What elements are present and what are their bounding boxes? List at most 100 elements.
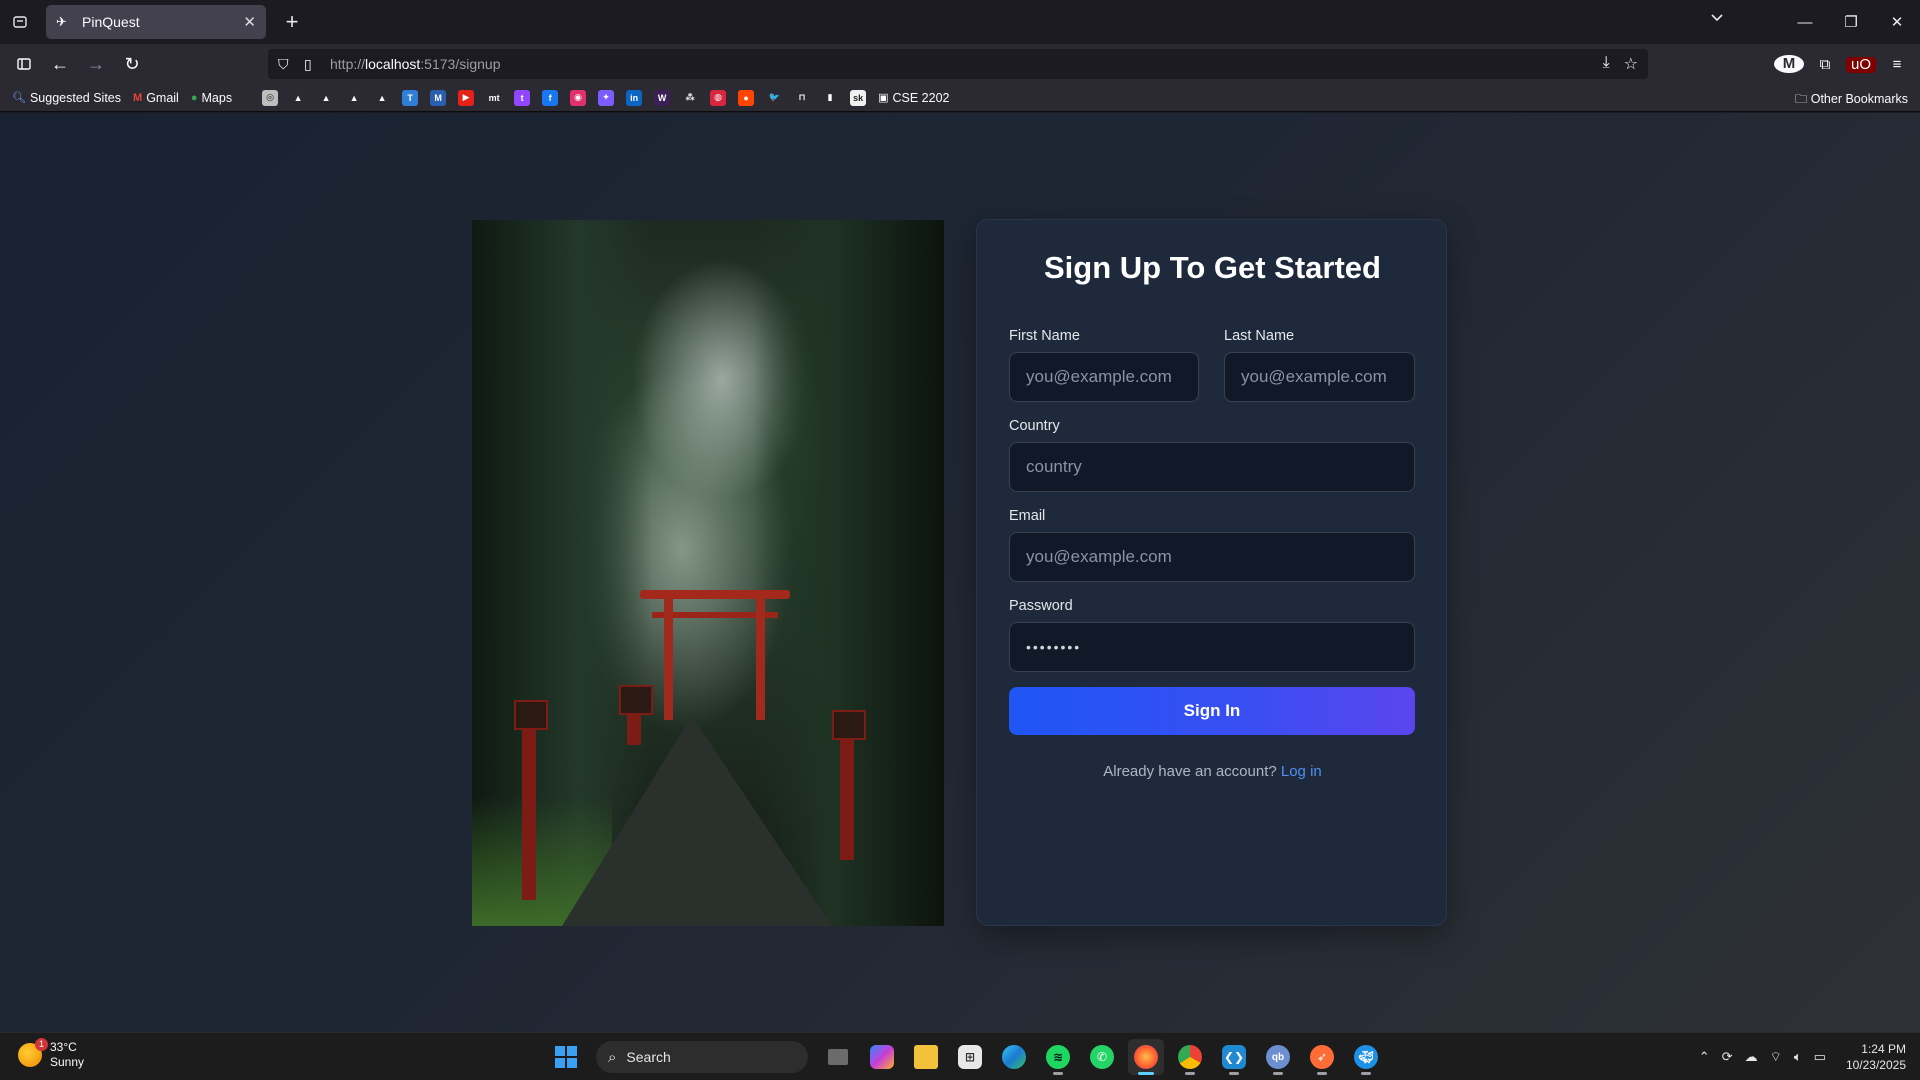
bookmark-drive-1-icon[interactable]: ▲ bbox=[290, 89, 307, 106]
bookmark-label: CSE 2202 bbox=[892, 90, 950, 105]
bookmark-chart-icon[interactable]: ▮ bbox=[822, 89, 839, 106]
bookmark-chatgpt-icon[interactable]: ◎ bbox=[262, 89, 279, 106]
time: 1:24 PM bbox=[1861, 1042, 1906, 1056]
sign-in-button[interactable]: Sign In bbox=[1009, 687, 1415, 735]
bookmark-reddit-icon[interactable]: ● bbox=[738, 89, 755, 106]
bookmark-drive-3-icon[interactable]: ▲ bbox=[346, 89, 363, 106]
search-label: Search bbox=[626, 1049, 671, 1065]
close-tab-icon[interactable]: ✕ bbox=[243, 13, 256, 31]
onedrive-icon[interactable]: ☁ bbox=[1745, 1049, 1758, 1065]
spotify-icon[interactable]: ≋ bbox=[1040, 1039, 1076, 1075]
task-view-icon[interactable] bbox=[820, 1039, 856, 1075]
clock[interactable]: 1:24 PM 10/23/2025 bbox=[1846, 1041, 1906, 1073]
bookmark-sites-icon[interactable]: ⁂ bbox=[682, 89, 699, 106]
ms-store-icon[interactable]: ⊞ bbox=[952, 1039, 988, 1075]
notification-badge: 1 bbox=[35, 1038, 48, 1051]
vscode-icon[interactable]: ❮❯ bbox=[1216, 1039, 1252, 1075]
back-icon[interactable]: ← bbox=[42, 48, 78, 80]
whatsapp-icon[interactable]: ✆ bbox=[1084, 1039, 1120, 1075]
password-value: •••••••• bbox=[1026, 639, 1082, 655]
bookmark-facebook-icon[interactable]: f bbox=[542, 89, 559, 106]
login-link[interactable]: Log in bbox=[1281, 763, 1322, 780]
sidebar-toggle-icon[interactable] bbox=[6, 48, 42, 80]
bookmark-label: Gmail bbox=[146, 90, 179, 105]
country-input[interactable] bbox=[1009, 442, 1415, 492]
url-host: localhost bbox=[365, 56, 421, 72]
page-title: Sign Up To Get Started bbox=[1044, 250, 1381, 285]
edge-icon[interactable] bbox=[996, 1039, 1032, 1075]
bookmark-youtube-icon[interactable]: ▶ bbox=[458, 89, 475, 106]
bookmark-star-icon[interactable]: ☆ bbox=[1624, 54, 1638, 74]
bookmark-bookmark-m-icon[interactable]: ⊓ bbox=[794, 89, 811, 106]
bookmark-bookmark-red-icon[interactable]: ◍ bbox=[710, 89, 727, 106]
download-icon[interactable]: ⤓ bbox=[1603, 54, 1610, 74]
wifi-icon[interactable]: ⌔ bbox=[1770, 1049, 1782, 1065]
bookmark-twitch-icon[interactable]: t bbox=[514, 89, 531, 106]
start-button[interactable] bbox=[548, 1039, 584, 1075]
minimize-icon[interactable]: — bbox=[1782, 14, 1828, 31]
sync-icon[interactable]: ⟳ bbox=[1722, 1049, 1733, 1065]
window-controls: — ❐ ✕ bbox=[1782, 0, 1920, 44]
bookmark-mail-icon[interactable]: M bbox=[430, 89, 447, 106]
bookmark-folder-cse[interactable]: ▣ CSE 2202 bbox=[878, 91, 949, 105]
new-tab-button[interactable]: + bbox=[278, 8, 306, 36]
restore-icon[interactable]: ❐ bbox=[1828, 13, 1874, 31]
bookmark-suggested-sites[interactable]: 🔍︎ Suggested Sites bbox=[12, 91, 121, 105]
password-input[interactable]: •••••••• bbox=[1009, 622, 1415, 672]
bookmark-drive-4-icon[interactable]: ▲ bbox=[374, 89, 391, 106]
forward-icon[interactable]: → bbox=[78, 48, 114, 80]
menu-icon[interactable]: ≡ bbox=[1882, 56, 1912, 73]
docker-icon[interactable]: 🐳︎ bbox=[1348, 1039, 1384, 1075]
country-label: Country bbox=[1009, 418, 1060, 434]
bookmark-messenger-icon[interactable]: ✦ bbox=[598, 89, 615, 106]
bookmark-maps[interactable]: ● Maps bbox=[191, 91, 232, 105]
tab-list-icon[interactable] bbox=[0, 0, 40, 44]
bookmark-mt-icon[interactable]: mt bbox=[486, 89, 503, 106]
bookmark-icon-row: ◎ ▲ ▲ ▲ ▲ T M ▶ mt t f ◉ ✦ in W ⁂ ◍ ● 🐦 ⊓ ▮ sk bbox=[262, 89, 878, 106]
close-window-icon[interactable]: ✕ bbox=[1874, 13, 1920, 31]
browser-tab-pinquest[interactable]: ✈ PinQuest ✕ bbox=[46, 5, 266, 39]
weather-widget[interactable]: 1 33°C Sunny bbox=[18, 1038, 84, 1070]
gmail-icon: M bbox=[133, 91, 143, 104]
copilot-icon[interactable] bbox=[864, 1039, 900, 1075]
shield-icon[interactable]: ⛉ bbox=[278, 56, 300, 73]
email-input[interactable] bbox=[1009, 532, 1415, 582]
first-name-input[interactable] bbox=[1009, 352, 1199, 402]
search-icon: ⌕ bbox=[608, 1048, 617, 1066]
taskbar-search[interactable]: ⌕ Search bbox=[596, 1041, 808, 1073]
extensions-icon[interactable]: ⧉ bbox=[1810, 56, 1840, 73]
chevron-up-icon[interactable]: ⌃ bbox=[1699, 1049, 1710, 1065]
volume-icon[interactable]: 🔈︎ bbox=[1794, 1049, 1802, 1065]
chevron-down-icon[interactable] bbox=[1710, 10, 1724, 27]
chrome-icon[interactable] bbox=[1172, 1039, 1208, 1075]
bookmark-twitter-icon[interactable]: 🐦 bbox=[766, 89, 783, 106]
windows-taskbar: 1 33°C Sunny ⌕ Search ⊞ ≋ ✆ ❮❯ qb ➶ 🐳︎ ⌃… bbox=[0, 1032, 1920, 1080]
image-torii-gate bbox=[640, 590, 790, 720]
image-lantern-left bbox=[514, 700, 548, 900]
bookmark-drive-2-icon[interactable]: ▲ bbox=[318, 89, 335, 106]
toolbar-extensions: M ⧉ uO ≡ bbox=[1774, 44, 1920, 84]
bookmark-linkedin-icon[interactable]: in bbox=[626, 89, 643, 106]
bookmark-bookmark-t-icon[interactable]: T bbox=[402, 89, 419, 106]
other-bookmarks[interactable]: 🗀︎ Other Bookmarks bbox=[1795, 90, 1908, 111]
firefox-icon[interactable] bbox=[1128, 1039, 1164, 1075]
page-icon[interactable]: ▯ bbox=[304, 56, 326, 73]
battery-icon[interactable]: ▭ bbox=[1814, 1049, 1826, 1065]
last-name-input[interactable] bbox=[1224, 352, 1415, 402]
reload-icon[interactable]: ↻ bbox=[114, 48, 150, 80]
file-explorer-icon[interactable] bbox=[908, 1039, 944, 1075]
qbittorrent-icon[interactable]: qb bbox=[1260, 1039, 1296, 1075]
account-icon[interactable]: M bbox=[1774, 55, 1804, 73]
bookmark-w-icon[interactable]: W bbox=[654, 89, 671, 106]
bookmark-sk-icon[interactable]: sk bbox=[850, 89, 867, 106]
bookmark-gmail[interactable]: M Gmail bbox=[133, 91, 179, 105]
bookmark-instagram-icon[interactable]: ◉ bbox=[570, 89, 587, 106]
system-tray: ⌃ ⟳ ☁ ⌔ 🔈︎ ▭ 1:24 PM 10/23/2025 bbox=[1699, 1041, 1906, 1073]
ublock-icon[interactable]: uO bbox=[1846, 56, 1876, 73]
last-name-label: Last Name bbox=[1224, 328, 1295, 344]
postman-icon[interactable]: ➶ bbox=[1304, 1039, 1340, 1075]
image-lantern-right bbox=[832, 710, 866, 860]
address-bar[interactable]: ⛉ ▯ http://localhost:5173/signup ⤓ ☆ bbox=[268, 49, 1648, 79]
url-path: :5173/signup bbox=[420, 56, 501, 72]
sun-icon: 1 bbox=[18, 1038, 48, 1067]
